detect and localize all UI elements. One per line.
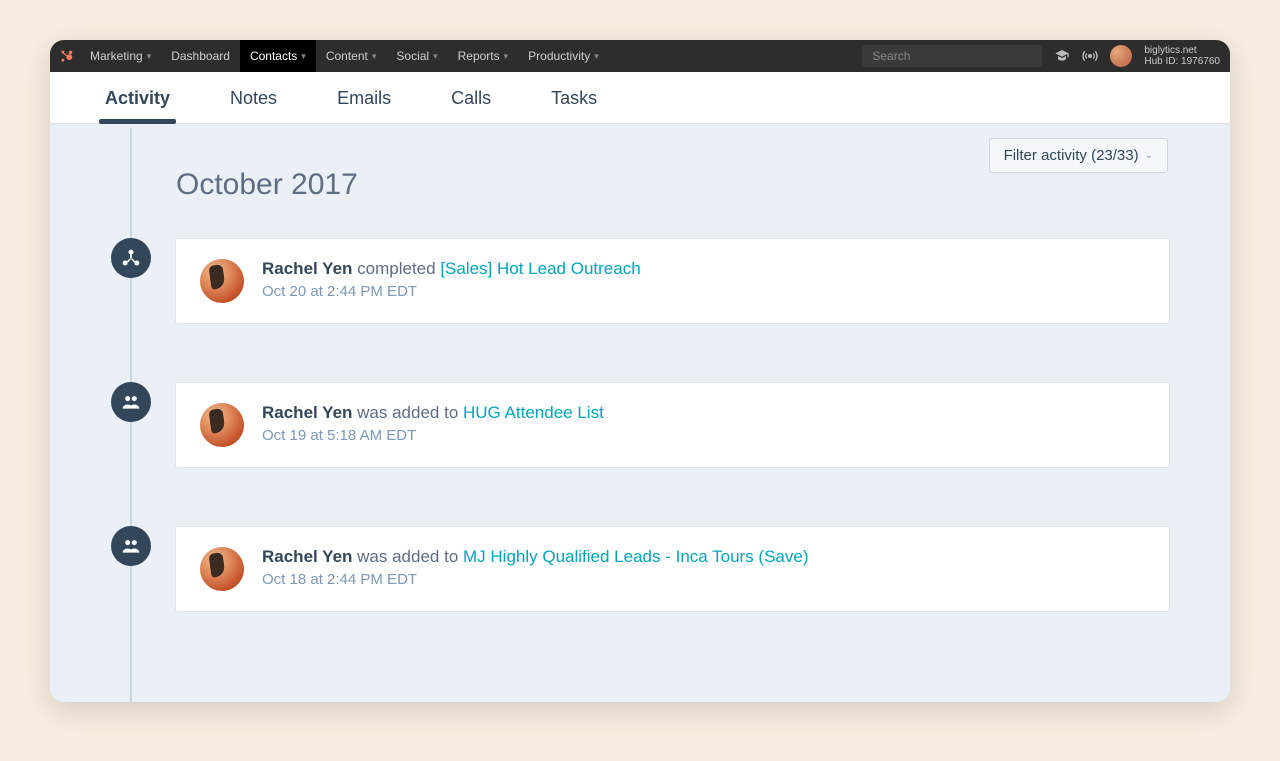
group-icon [111,526,151,566]
caret-down-icon: ▾ [504,51,509,62]
nav-item-label: Social [396,49,429,63]
nav-item-label: Reports [458,49,500,63]
activity-card[interactable]: Rachel Yen was added to MJ Highly Qualif… [175,526,1170,612]
nav-item-label: Contacts [250,49,297,63]
account-domain: biglytics.net [1144,45,1220,56]
timeline-item: Rachel Yen was added to HUG Attendee Lis… [130,382,1170,468]
filter-activity-button[interactable]: Filter activity (23/33) ⌄ [989,138,1168,173]
caret-down-icon: ▾ [433,51,438,62]
caret-down-icon: ▾ [301,51,306,62]
tab-activity[interactable]: Activity [105,88,170,123]
timeline-item: Rachel Yen was added to MJ Highly Qualif… [130,526,1170,612]
actor-name: Rachel Yen [262,259,357,278]
activity-verb: was added to [357,547,463,566]
tab-tasks[interactable]: Tasks [551,88,597,123]
actor-avatar [200,259,244,303]
account-info[interactable]: biglytics.net Hub ID: 1976760 [1144,45,1220,67]
tab-emails[interactable]: Emails [337,88,391,123]
user-avatar-icon[interactable] [1110,45,1132,67]
caret-down-icon: ▾ [147,51,152,62]
broadcast-icon[interactable] [1082,48,1098,64]
top-navbar: Marketing ▾ DashboardContacts▾Content▾So… [50,40,1230,72]
card-text: Rachel Yen was added to MJ Highly Qualif… [262,547,809,588]
timeline-heading: October 2017 [176,168,1170,202]
tabs-row: Activity Notes Emails Calls Tasks [50,72,1230,124]
tab-notes[interactable]: Notes [230,88,277,123]
card-text: Rachel Yen completed [Sales] Hot Lead Ou… [262,259,641,300]
nav-item-dashboard[interactable]: Dashboard [161,40,240,72]
actor-name: Rachel Yen [262,403,357,422]
activity-timestamp: Oct 18 at 2:44 PM EDT [262,571,809,588]
card-text: Rachel Yen was added to HUG Attendee Lis… [262,403,604,444]
nav-item-productivity[interactable]: Productivity ▾ [518,40,609,72]
nav-item-label: Content [326,49,368,63]
activity-link[interactable]: HUG Attendee List [463,403,604,422]
workflow-icon [111,238,151,278]
nav-right: biglytics.net Hub ID: 1976760 [1054,45,1220,67]
hubspot-logo-icon [60,49,74,63]
nav-brand-label: Marketing [90,49,143,63]
actor-avatar [200,403,244,447]
timeline-item: Rachel Yen completed [Sales] Hot Lead Ou… [130,238,1170,324]
nav-item-label: Productivity [528,49,590,63]
activity-verb: completed [357,259,440,278]
nav-item-reports[interactable]: Reports ▾ [448,40,519,72]
activity-link[interactable]: [Sales] Hot Lead Outreach [440,259,640,278]
content-area: Filter activity (23/33) ⌄ October 2017 R… [50,124,1230,702]
nav-item-social[interactable]: Social ▾ [386,40,447,72]
nav-item-contacts[interactable]: Contacts ▾ [240,40,316,72]
activity-verb: was added to [357,403,463,422]
nav-item-label: Dashboard [171,49,230,63]
activity-timestamp: Oct 19 at 5:18 AM EDT [262,427,604,444]
nav-left: Marketing ▾ DashboardContacts▾Content▾So… [60,40,609,72]
chevron-down-icon: ⌄ [1145,150,1153,161]
activity-card[interactable]: Rachel Yen was added to HUG Attendee Lis… [175,382,1170,468]
academy-icon[interactable] [1054,48,1070,64]
search-input[interactable] [862,45,1042,67]
caret-down-icon: ▾ [372,51,377,62]
account-hubid: Hub ID: 1976760 [1144,56,1220,67]
actor-name: Rachel Yen [262,547,357,566]
group-icon [111,382,151,422]
caret-down-icon: ▾ [594,51,599,62]
activity-link[interactable]: MJ Highly Qualified Leads - Inca Tours (… [463,547,809,566]
actor-avatar [200,547,244,591]
activity-card[interactable]: Rachel Yen completed [Sales] Hot Lead Ou… [175,238,1170,324]
nav-brand[interactable]: Marketing ▾ [80,40,161,72]
timeline: Rachel Yen completed [Sales] Hot Lead Ou… [130,238,1170,612]
nav-item-content[interactable]: Content ▾ [316,40,387,72]
tab-calls[interactable]: Calls [451,88,491,123]
activity-timestamp: Oct 20 at 2:44 PM EDT [262,283,641,300]
filter-label: Filter activity (23/33) [1004,147,1139,164]
app-window: Marketing ▾ DashboardContacts▾Content▾So… [50,40,1230,702]
